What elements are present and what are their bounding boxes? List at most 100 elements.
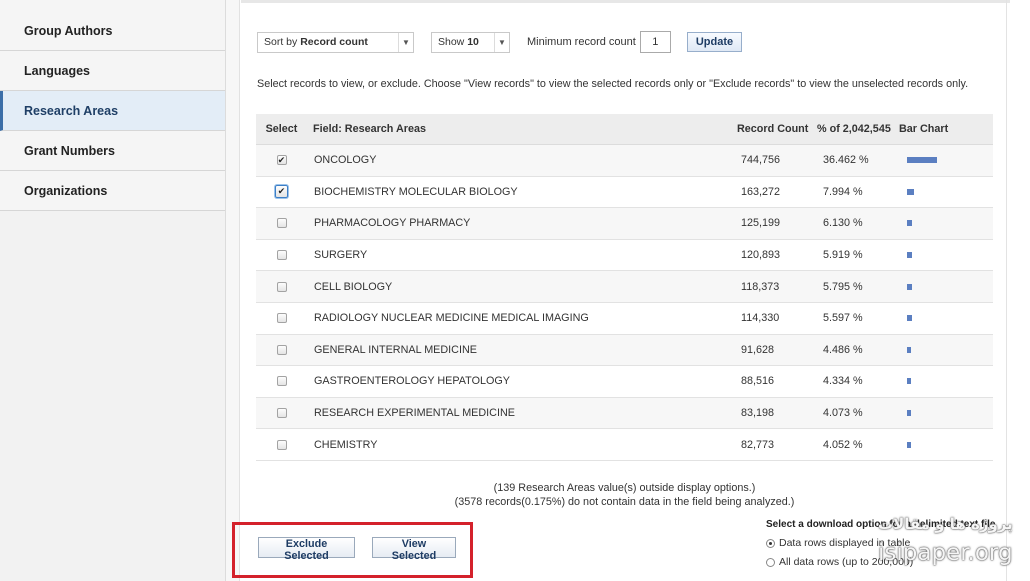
- row-checkbox[interactable]: [276, 408, 287, 419]
- row-field: CELL BIOLOGY: [314, 280, 393, 293]
- sidebar-item-languages[interactable]: Languages: [0, 51, 225, 91]
- watermark-domain: isipaper.org: [878, 540, 1013, 566]
- sort-select[interactable]: Sort by Record count ▼: [257, 31, 414, 53]
- instructions-text: Select records to view, or exclude. Choo…: [257, 78, 969, 90]
- row-checkbox[interactable]: [276, 218, 287, 229]
- sidebar-item-grant-numbers[interactable]: Grant Numbers: [0, 131, 225, 171]
- top-divider: [241, 0, 1010, 3]
- update-button[interactable]: Update: [686, 32, 743, 52]
- header-field: Field: Research Areas: [313, 123, 427, 135]
- table-row: CELL BIOLOGY 118,373 5.795 %: [256, 271, 993, 303]
- row-percent: 36.462 %: [823, 154, 869, 167]
- row-field: GASTROENTEROLOGY HEPATOLOGY: [314, 375, 510, 388]
- sidebar-gutter: [226, 0, 240, 581]
- sidebar: Group Authors Languages Research Areas G…: [0, 0, 226, 581]
- table-body: ✔ ONCOLOGY 744,756 36.462 % ✔ BIOCHEMISTRY MO…: [256, 145, 993, 461]
- row-field: ONCOLOGY: [314, 154, 377, 167]
- radio-icon[interactable]: [766, 538, 775, 548]
- row-checkbox[interactable]: [276, 439, 287, 450]
- radio-icon[interactable]: [766, 557, 775, 567]
- row-checkbox[interactable]: ✔: [275, 185, 288, 199]
- row-bar: [907, 346, 911, 353]
- exclude-selected-button[interactable]: Exclude Selected: [258, 537, 355, 562]
- row-bar: [907, 315, 912, 322]
- row-checkbox[interactable]: ✔: [276, 155, 287, 166]
- view-selected-button[interactable]: View Selected: [372, 537, 456, 562]
- row-percent: 4.334 %: [823, 375, 863, 388]
- row-record-count: 114,330: [741, 312, 780, 325]
- row-checkbox[interactable]: [276, 313, 287, 324]
- table-row: SURGERY 120,893 5.919 %: [256, 240, 993, 272]
- row-record-count: 744,756: [741, 154, 781, 167]
- sidebar-item-organizations[interactable]: Organizations: [0, 171, 225, 211]
- table-row: RADIOLOGY NUCLEAR MEDICINE MEDICAL IMAGI…: [256, 303, 993, 335]
- row-percent: 5.795 %: [823, 280, 863, 293]
- row-checkbox[interactable]: [276, 281, 287, 292]
- table-row: GENERAL INTERNAL MEDICINE 91,628 4.486 %: [256, 334, 993, 367]
- sidebar-item-label: Research Areas: [24, 103, 119, 118]
- row-bar: [907, 188, 914, 195]
- header-select: Select: [265, 123, 298, 135]
- table-row: ✔ ONCOLOGY 744,756 36.462 %: [256, 145, 993, 177]
- sort-value: Record count: [300, 36, 368, 48]
- header-record-count: Record Count: [737, 123, 809, 135]
- sidebar-item-label: Languages: [24, 63, 90, 78]
- min-record-label: Minimum record count: [527, 36, 636, 48]
- row-bar: [907, 441, 911, 448]
- sidebar-item-label: Grant Numbers: [24, 143, 115, 158]
- row-field: RESEARCH EXPERIMENTAL MEDICINE: [314, 407, 515, 420]
- sidebar-item-research-areas[interactable]: Research Areas: [0, 91, 225, 131]
- results-table: Select Field: Research Areas Record Coun…: [256, 114, 993, 461]
- row-record-count: 88,516: [741, 375, 775, 388]
- row-field: RADIOLOGY NUCLEAR MEDICINE MEDICAL IMAGI…: [314, 312, 589, 325]
- table-row: PHARMACOLOGY PHARMACY 125,199 6.130 %: [256, 208, 993, 240]
- row-percent: 5.597 %: [823, 312, 863, 325]
- row-record-count: 118,373: [741, 280, 780, 293]
- row-record-count: 82,773: [741, 438, 775, 451]
- row-bar: [907, 157, 937, 164]
- sidebar-item-label: Organizations: [24, 183, 108, 198]
- min-record-input[interactable]: [639, 31, 671, 53]
- analysis-controls: Sort by Record count ▼ Show 10 ▼ Minimum…: [257, 31, 743, 53]
- show-prefix: Show: [438, 36, 465, 48]
- chevron-down-icon[interactable]: ▼: [494, 32, 509, 52]
- table-row: GASTROENTEROLOGY HEPATOLOGY 88,516 4.334 %: [256, 366, 993, 398]
- row-field: CHEMISTRY: [314, 438, 378, 451]
- row-field: SURGERY: [314, 249, 368, 262]
- main-panel: Sort by Record count ▼ Show 10 ▼ Minimum…: [241, 0, 1030, 581]
- row-record-count: 120,893: [741, 249, 781, 262]
- table-header: Select Field: Research Areas Record Coun…: [256, 114, 993, 145]
- sidebar-item-label: Group Authors: [24, 24, 113, 38]
- table-notes: (139 Research Areas value(s) outside dis…: [256, 481, 993, 509]
- outside-display-note: (139 Research Areas value(s) outside dis…: [493, 482, 756, 494]
- row-bar: [907, 252, 912, 259]
- table-row: CHEMISTRY 82,773 4.052 %: [256, 429, 993, 461]
- row-percent: 6.130 %: [823, 217, 863, 230]
- row-percent: 4.073 %: [823, 407, 863, 420]
- row-percent: 4.486 %: [823, 343, 863, 356]
- chevron-down-icon[interactable]: ▼: [398, 32, 413, 52]
- row-field: BIOCHEMISTRY MOLECULAR BIOLOGY: [314, 185, 518, 198]
- row-field: PHARMACOLOGY PHARMACY: [314, 217, 471, 230]
- row-percent: 7.994 %: [823, 185, 863, 198]
- right-divider: [1006, 0, 1007, 581]
- row-percent: 5.919 %: [823, 249, 863, 262]
- row-bar: [907, 220, 912, 227]
- row-bar: [907, 283, 912, 290]
- row-bar: [907, 378, 911, 385]
- row-record-count: 83,198: [741, 407, 775, 420]
- sort-prefix: Sort by: [264, 36, 298, 48]
- header-bar-chart: Bar Chart: [899, 123, 949, 135]
- watermark-persian: پروژه ها و مقالات: [878, 515, 1013, 533]
- row-percent: 4.052 %: [823, 438, 863, 451]
- sidebar-item-group-authors[interactable]: Group Authors: [0, 0, 225, 51]
- show-value: 10: [467, 36, 479, 48]
- missing-data-note: (3578 records(0.175%) do not contain dat…: [454, 496, 795, 508]
- table-row: RESEARCH EXPERIMENTAL MEDICINE 83,198 4.07…: [256, 397, 993, 430]
- row-record-count: 125,199: [741, 217, 781, 230]
- show-select[interactable]: Show 10 ▼: [431, 31, 510, 53]
- row-checkbox[interactable]: [276, 250, 287, 261]
- row-field: GENERAL INTERNAL MEDICINE: [314, 343, 477, 356]
- row-checkbox[interactable]: [276, 376, 287, 387]
- row-checkbox[interactable]: [276, 344, 287, 355]
